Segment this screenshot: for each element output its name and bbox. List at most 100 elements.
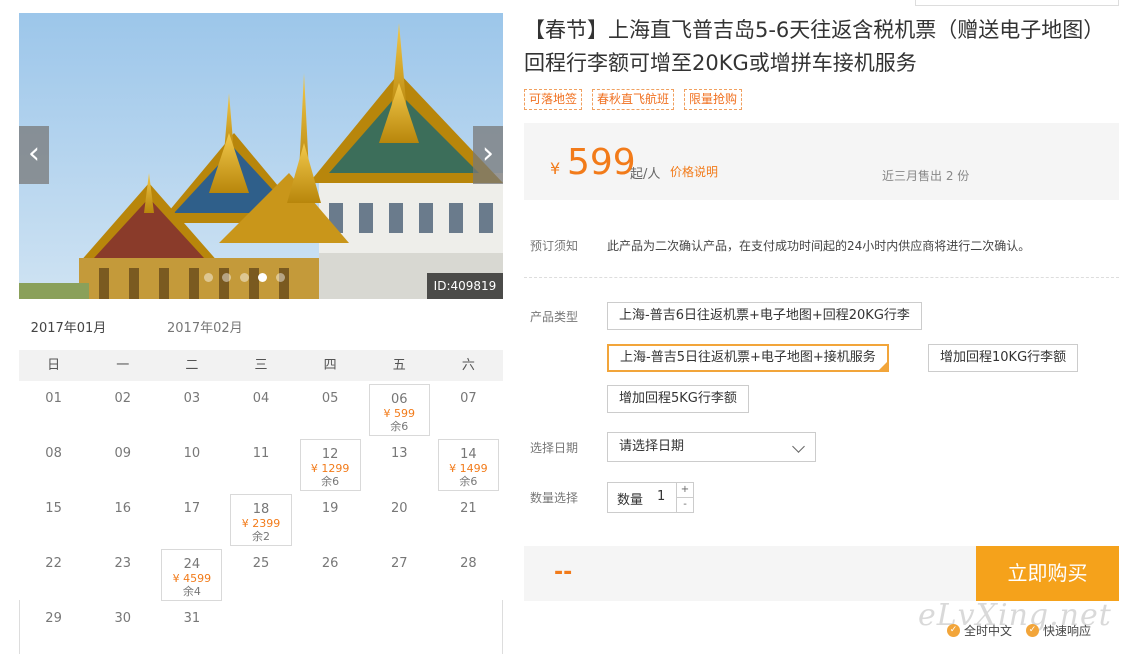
calendar-day-number: 21 (460, 501, 477, 516)
calendar-day: 25 (226, 546, 295, 601)
calendar-day-number: 22 (45, 556, 62, 571)
price-box: ¥ 599 起/人 价格说明 近三月售出 2 份 (524, 123, 1119, 200)
booking-notice-label: 预订须知 (530, 239, 579, 253)
calendar-day-number: 03 (183, 391, 201, 406)
calendar-day-box: 15 (23, 494, 84, 546)
tag-limited-sale: 限量抢购 (684, 89, 743, 110)
calendar-day-box: 03 (161, 384, 222, 436)
quantity-stepper[interactable]: 数量 1 + - (607, 482, 694, 513)
product-title: 【春节】上海直飞普吉岛5-6天往返含税机票（赠送电子地图）回程行李额可增至20K… (524, 18, 1105, 75)
calendar-day-box[interactable]: 06 ¥ 599 余6 (368, 384, 430, 436)
calendar-week-row: 15 16 17 18 ¥ 2399 余2 19 20 21 (19, 491, 503, 546)
product-option[interactable]: 增加回程10KG行李额 (928, 344, 1079, 372)
calendar-day-number: 18 (252, 502, 270, 517)
buy-bar: -- 立即购买 (524, 546, 1119, 601)
weekday-label: 五 (392, 358, 406, 373)
calendar-day-available[interactable]: 24 ¥ 4599 余4 (157, 546, 226, 601)
calendar-month-tabs: 2017年01月 2017年02月 (19, 314, 503, 353)
gallery-dot-active[interactable] (258, 273, 267, 282)
calendar-day: 28 (434, 546, 503, 601)
calendar-day-stock: 余6 (390, 420, 409, 433)
calendar-day-number: 13 (391, 446, 408, 461)
calendar-day: 07 (434, 381, 503, 436)
calendar-week-row: 01 02 03 04 05 06 ¥ 599 余6 07 (19, 381, 503, 436)
calendar-day: 31 (157, 601, 226, 656)
tab-month-january[interactable]: 2017年01月 (19, 314, 118, 353)
calendar-day-available[interactable]: 18 ¥ 2399 余2 (226, 491, 295, 546)
gallery-dot[interactable] (276, 273, 285, 282)
tab-month-february[interactable]: 2017年02月 (167, 314, 247, 350)
calendar-day: 02 (88, 381, 157, 436)
calendar-day-box: 17 (161, 494, 222, 546)
calendar-day-available[interactable]: 06 ¥ 599 余6 (365, 381, 434, 436)
calendar-grid: 01 02 03 04 05 06 ¥ 599 余6 07 08 09 10 11 12 ¥ 1299 余6 1… (19, 381, 503, 656)
calendar-day-available[interactable]: 14 ¥ 1499 余6 (434, 436, 503, 491)
calendar-day-empty (434, 601, 503, 656)
calendar-day-stock: 余6 (321, 475, 340, 488)
quantity-value[interactable]: 1 (657, 489, 665, 504)
calendar-day-box: 09 (92, 439, 153, 491)
gallery-dot[interactable] (222, 273, 231, 282)
buy-now-button[interactable]: 立即购买 (976, 546, 1119, 601)
calendar-day: 01 (19, 381, 88, 436)
calendar-day-box: 26 (300, 549, 361, 601)
calendar-day: 10 (157, 436, 226, 491)
calendar-day-box[interactable]: 14 ¥ 1499 余6 (437, 439, 499, 491)
calendar-day-number: 26 (321, 556, 339, 571)
weekday-label: 四 (323, 358, 337, 373)
prev-image-arrow[interactable]: ‹ (19, 126, 49, 184)
next-image-arrow[interactable]: › (473, 126, 503, 184)
calendar-day: 03 (157, 381, 226, 436)
calendar-day-box[interactable]: 12 ¥ 1299 余6 (299, 439, 361, 491)
product-image-gallery: ‹ › ID:409819 (19, 13, 503, 299)
calendar-day-box: 01 (23, 384, 84, 436)
calendar-day-number: 30 (114, 611, 131, 626)
gallery-dot[interactable] (204, 273, 213, 282)
calendar-day-number: 09 (114, 446, 131, 461)
product-option[interactable]: 上海-普吉6日往返机票+电子地图+回程20KG行李 (607, 302, 922, 330)
calendar-day-stock: 余2 (251, 530, 270, 543)
product-option[interactable]: 增加回程5KG行李额 (607, 385, 749, 413)
calendar-day-number: 11 (252, 446, 270, 461)
calendar-weekday-header: 日 一 二 三 四 五 六 (19, 350, 503, 381)
date-select[interactable]: 请选择日期 (607, 432, 816, 462)
calendar-day-number: 04 (252, 391, 270, 406)
calendar-day-available[interactable]: 12 ¥ 1299 余6 (296, 436, 365, 491)
calendar-day-number: 01 (45, 391, 62, 406)
quantity-increment-button[interactable]: + (676, 483, 693, 498)
product-option-selected[interactable]: 上海-普吉5日往返机票+电子地图+接机服务 (607, 344, 889, 372)
calendar-day-box (438, 604, 499, 656)
product-option-label: 上海-普吉5日往返机票+电子地图+接机服务 (620, 350, 876, 365)
tag-direct-flight: 春秋直飞航班 (592, 89, 675, 110)
calendar-day-number: 15 (45, 501, 62, 516)
calendar-day-box: 20 (369, 494, 430, 546)
calendar-day-empty (226, 601, 295, 656)
calendar-border (502, 600, 503, 654)
calendar-day-box[interactable]: 24 ¥ 4599 余4 (161, 549, 223, 601)
total-price: -- (554, 560, 573, 585)
quantity-label: 数量选择 (530, 491, 579, 505)
calendar-day: 08 (19, 436, 88, 491)
calendar-day-number: 24 (183, 557, 201, 572)
price-unit: 起/人 (630, 167, 661, 182)
calendar-day-box: 30 (92, 604, 153, 656)
calendar-day-number: 06 (391, 392, 408, 407)
calendar-week-row: 08 09 10 11 12 ¥ 1299 余6 13 14 ¥ 1499 余6 (19, 436, 503, 491)
price-explanation-link[interactable]: 价格说明 (670, 163, 718, 180)
service-badges: ✓ 全时中文 ✓ 快速响应 (947, 622, 1091, 639)
calendar-day-empty (296, 601, 365, 656)
calendar-day: 11 (226, 436, 295, 491)
calendar-day-box[interactable]: 18 ¥ 2399 余2 (230, 494, 292, 546)
quantity-decrement-button[interactable]: - (676, 498, 693, 512)
calendar-day-number: 27 (391, 556, 408, 571)
gallery-dot[interactable] (240, 273, 249, 282)
selected-check-icon (876, 360, 889, 372)
calendar-day-box: 02 (92, 384, 153, 436)
calendar-day-box: 08 (23, 439, 84, 491)
calendar-day-box: 28 (438, 549, 499, 601)
calendar-day-price: ¥ 599 (383, 407, 416, 420)
calendar-day-empty (365, 601, 434, 656)
calendar-day: 22 (19, 546, 88, 601)
calendar-day: 17 (157, 491, 226, 546)
calendar-day-box: 13 (369, 439, 430, 491)
